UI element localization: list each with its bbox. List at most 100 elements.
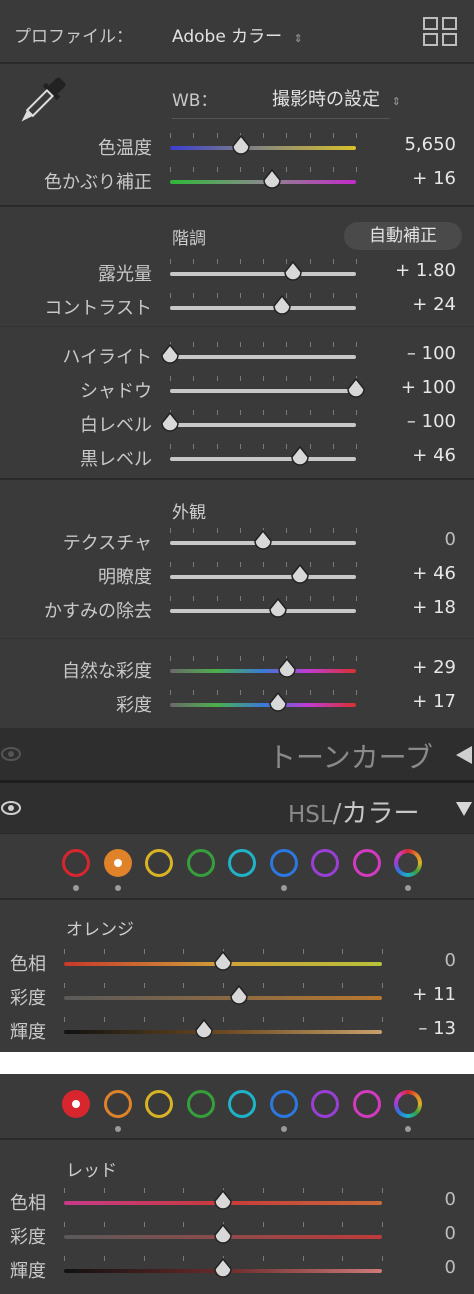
slider-thumb-vibrance[interactable] <box>277 657 297 680</box>
slider-value-contrast[interactable]: + 24 <box>412 294 456 315</box>
color-swatch-magenta[interactable] <box>352 849 381 877</box>
slider-track-o-sat[interactable] <box>64 996 382 1000</box>
collapse-left-icon[interactable] <box>454 744 474 770</box>
slider-value-highlights[interactable]: – 100 <box>407 343 456 364</box>
grid-view-icon[interactable] <box>422 16 458 48</box>
slider-label-blacks: 黒レベル <box>80 449 152 470</box>
eyedropper-icon[interactable] <box>12 70 72 132</box>
color-swatch-all[interactable] <box>394 1090 422 1118</box>
color-tab[interactable]: カラー <box>341 799 419 829</box>
color-swatch-blue[interactable] <box>269 849 298 877</box>
color-swatch-purple[interactable] <box>311 1090 339 1118</box>
tick-mark <box>342 1188 344 1193</box>
tick-mark <box>302 1256 304 1261</box>
color-swatch-aqua[interactable] <box>228 849 256 877</box>
tick-mark <box>262 1222 264 1227</box>
slider-thumb-highlights[interactable] <box>160 343 180 366</box>
slider-thumb-o-sat[interactable] <box>229 984 249 1007</box>
slider-thumb-r-sat[interactable] <box>213 1223 233 1246</box>
slider-track-dehaze[interactable] <box>170 609 356 613</box>
tick-mark <box>263 376 264 381</box>
color-swatch-yellow[interactable] <box>145 1090 173 1118</box>
hsl-tab[interactable]: HSL <box>288 802 333 828</box>
slider-value-saturation[interactable]: + 17 <box>412 691 456 712</box>
slider-thumb-saturation[interactable] <box>268 691 288 714</box>
color-swatch-green[interactable] <box>186 1090 215 1118</box>
tick-mark <box>193 690 195 695</box>
slider-thumb-shadows[interactable] <box>346 377 366 400</box>
slider-value-texture[interactable]: 0 <box>445 529 456 550</box>
slider-value-whites[interactable]: – 100 <box>407 411 456 432</box>
slider-value-o-lum[interactable]: – 13 <box>418 1018 456 1039</box>
slider-track-highlights[interactable] <box>170 355 356 359</box>
slider-label-whites: 白レベル <box>80 415 152 436</box>
color-swatch-yellow[interactable] <box>145 849 173 877</box>
slider-thumb-texture[interactable] <box>253 529 273 552</box>
slider-value-blacks[interactable]: + 46 <box>412 445 456 466</box>
color-swatch-purple[interactable] <box>311 849 339 877</box>
slider-track-blacks[interactable] <box>170 457 356 461</box>
tick-mark <box>356 342 357 347</box>
slider-value-shadows[interactable]: + 100 <box>401 377 456 398</box>
tick-mark <box>216 167 218 172</box>
slider-value-clarity[interactable]: + 46 <box>412 563 456 584</box>
eye-icon[interactable] <box>0 744 22 764</box>
color-swatch-all[interactable] <box>394 849 422 877</box>
tick-mark <box>216 656 218 661</box>
slider-value-tint[interactable]: + 16 <box>412 168 456 189</box>
slider-track-temp[interactable] <box>170 146 356 150</box>
collapse-down-icon[interactable] <box>455 801 473 821</box>
eye-icon[interactable] <box>0 798 22 818</box>
slider-value-vibrance[interactable]: + 29 <box>412 657 456 678</box>
tone-title: 階調 <box>172 229 206 249</box>
slider-thumb-exposure[interactable] <box>283 260 303 283</box>
slider-track-exposure[interactable] <box>170 272 356 276</box>
tick-mark <box>302 983 304 988</box>
slider-thumb-r-lum[interactable] <box>213 1257 233 1280</box>
tick-mark <box>263 410 264 415</box>
slider-track-clarity[interactable] <box>170 575 356 579</box>
slider-track-o-lum[interactable] <box>64 1030 382 1034</box>
slider-thumb-r-hue[interactable] <box>213 1189 233 1212</box>
slider-thumb-temp[interactable] <box>231 134 251 157</box>
slider-value-temp[interactable]: 5,650 <box>404 134 456 155</box>
slider-value-o-hue[interactable]: 0 <box>445 950 456 971</box>
slider-value-r-lum[interactable]: 0 <box>445 1257 456 1278</box>
tick-mark <box>64 949 65 954</box>
slider-value-r-sat[interactable]: 0 <box>445 1223 456 1244</box>
slider-label-exposure: 露光量 <box>98 264 152 285</box>
slider-track-contrast[interactable] <box>170 306 356 310</box>
slider-track-shadows[interactable] <box>170 389 356 393</box>
slider-thumb-whites[interactable] <box>160 411 180 434</box>
slider-value-o-sat[interactable]: + 11 <box>412 984 456 1005</box>
slider-thumb-blacks[interactable] <box>290 445 310 468</box>
slider-value-dehaze[interactable]: + 18 <box>412 597 456 618</box>
auto-tone-button[interactable]: 自動補正 <box>344 222 462 250</box>
color-swatch-orange[interactable] <box>103 849 132 877</box>
slider-thumb-contrast[interactable] <box>272 294 292 317</box>
slider-track-saturation[interactable] <box>170 703 356 707</box>
color-swatch-blue[interactable] <box>269 1090 298 1118</box>
slider-track-whites[interactable] <box>170 423 356 427</box>
slider-thumb-clarity[interactable] <box>290 563 310 586</box>
slider-thumb-dehaze[interactable] <box>268 597 288 620</box>
slider-thumb-tint[interactable] <box>262 168 282 191</box>
color-swatch-green[interactable] <box>186 849 215 877</box>
color-swatch-red[interactable] <box>62 849 90 877</box>
tick-mark <box>170 690 171 695</box>
color-swatch-red[interactable] <box>62 1090 90 1118</box>
slider-track-vibrance[interactable] <box>170 669 356 673</box>
color-swatch-magenta[interactable] <box>352 1090 381 1118</box>
tick-mark <box>183 1256 185 1261</box>
wb-underline <box>172 118 390 119</box>
wb-select[interactable]: 撮影時の設定 ⇕ <box>272 85 401 111</box>
slider-thumb-o-hue[interactable] <box>213 950 233 973</box>
slider-value-r-hue[interactable]: 0 <box>445 1189 456 1210</box>
hsl-title[interactable]: HSL/カラー <box>288 793 420 830</box>
color-swatch-orange[interactable] <box>103 1090 132 1118</box>
color-swatch-aqua[interactable] <box>228 1090 256 1118</box>
slider-value-exposure[interactable]: + 1.80 <box>395 260 456 281</box>
slider-thumb-o-lum[interactable] <box>194 1018 214 1041</box>
adjusted-indicator <box>73 885 79 891</box>
profile-select[interactable]: Adobe カラー ⇕ <box>172 22 303 47</box>
